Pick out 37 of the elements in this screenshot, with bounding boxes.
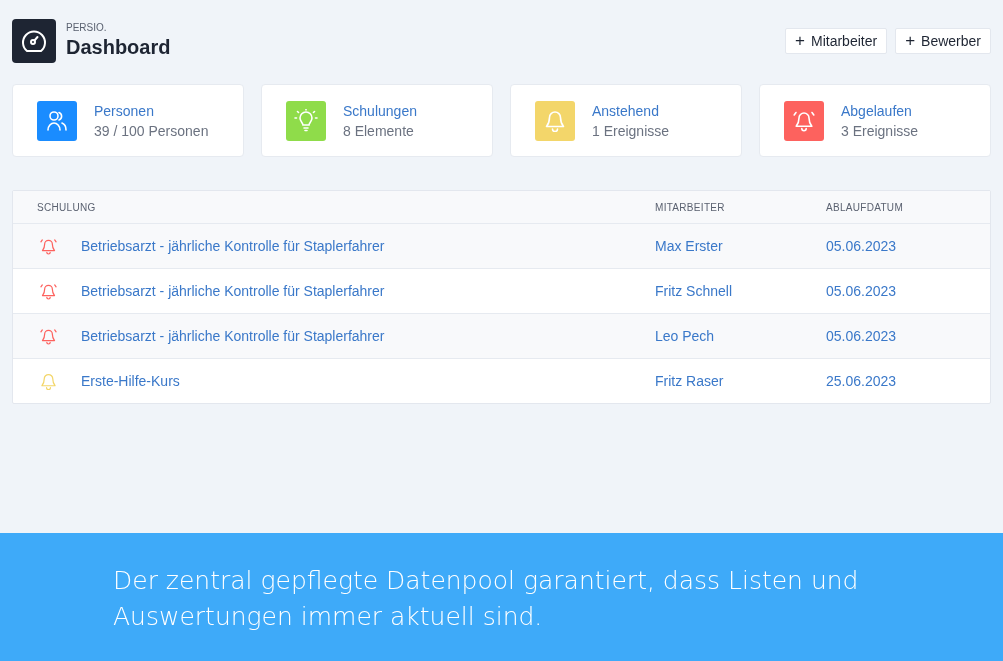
ringing-bell-icon xyxy=(39,237,57,255)
ringing-bell-icon xyxy=(39,282,57,300)
gauge-icon xyxy=(21,29,47,53)
date-link[interactable]: 05.06.2023 xyxy=(826,238,897,254)
employee-link[interactable]: Leo Pech xyxy=(655,328,715,344)
training-link[interactable]: Erste-Hilfe-Kurs xyxy=(81,373,180,389)
stat-value: 39 / 100 Personen xyxy=(94,122,209,139)
date-link[interactable]: 25.06.2023 xyxy=(826,373,897,389)
date-link[interactable]: 05.06.2023 xyxy=(826,283,897,299)
stat-value: 8 Elemente xyxy=(343,122,415,139)
page-title: Dashboard xyxy=(66,36,171,59)
add-button[interactable]: + Mitarbeiter xyxy=(785,28,888,54)
stat-link[interactable]: Anstehend xyxy=(592,102,670,119)
column-header: MITARBEITER xyxy=(655,201,726,213)
employee-link[interactable]: Fritz Raser xyxy=(655,373,724,389)
brand-label: PERSIO. xyxy=(66,22,108,33)
ringing-bell-icon xyxy=(793,109,815,132)
stat-link[interactable]: Abgelaufen xyxy=(841,102,919,119)
banner-caption: Der zentral gepflegte Datenpool garantiert, dass Listen und Auswertungen immer aktuell sind. xyxy=(113,565,860,633)
add-button[interactable]: + Bewerber xyxy=(895,28,991,54)
bell-icon xyxy=(39,372,57,390)
people-icon xyxy=(47,109,67,132)
bell-icon xyxy=(545,109,565,132)
stat-link[interactable]: Schulungen xyxy=(343,102,417,119)
column-header: SCHULUNG xyxy=(36,201,97,213)
employee-link[interactable]: Fritz Schnell xyxy=(655,283,733,299)
ringing-bell-icon xyxy=(39,327,57,345)
lightbulb-icon xyxy=(294,108,318,133)
training-link[interactable]: Betriebsarzt - jährliche Kontrolle für Staplerfahrer xyxy=(81,283,385,299)
column-header: ABLAUFDATUM xyxy=(826,201,904,213)
stat-value: 1 Ereignisse xyxy=(592,122,670,139)
employee-link[interactable]: Max Erster xyxy=(655,238,723,254)
date-link[interactable]: 05.06.2023 xyxy=(826,328,897,344)
stat-value: 3 Ereignisse xyxy=(841,122,919,139)
training-link[interactable]: Betriebsarzt - jährliche Kontrolle für Staplerfahrer xyxy=(81,238,385,254)
training-link[interactable]: Betriebsarzt - jährliche Kontrolle für Staplerfahrer xyxy=(81,328,385,344)
stat-link[interactable]: Personen xyxy=(94,102,209,119)
